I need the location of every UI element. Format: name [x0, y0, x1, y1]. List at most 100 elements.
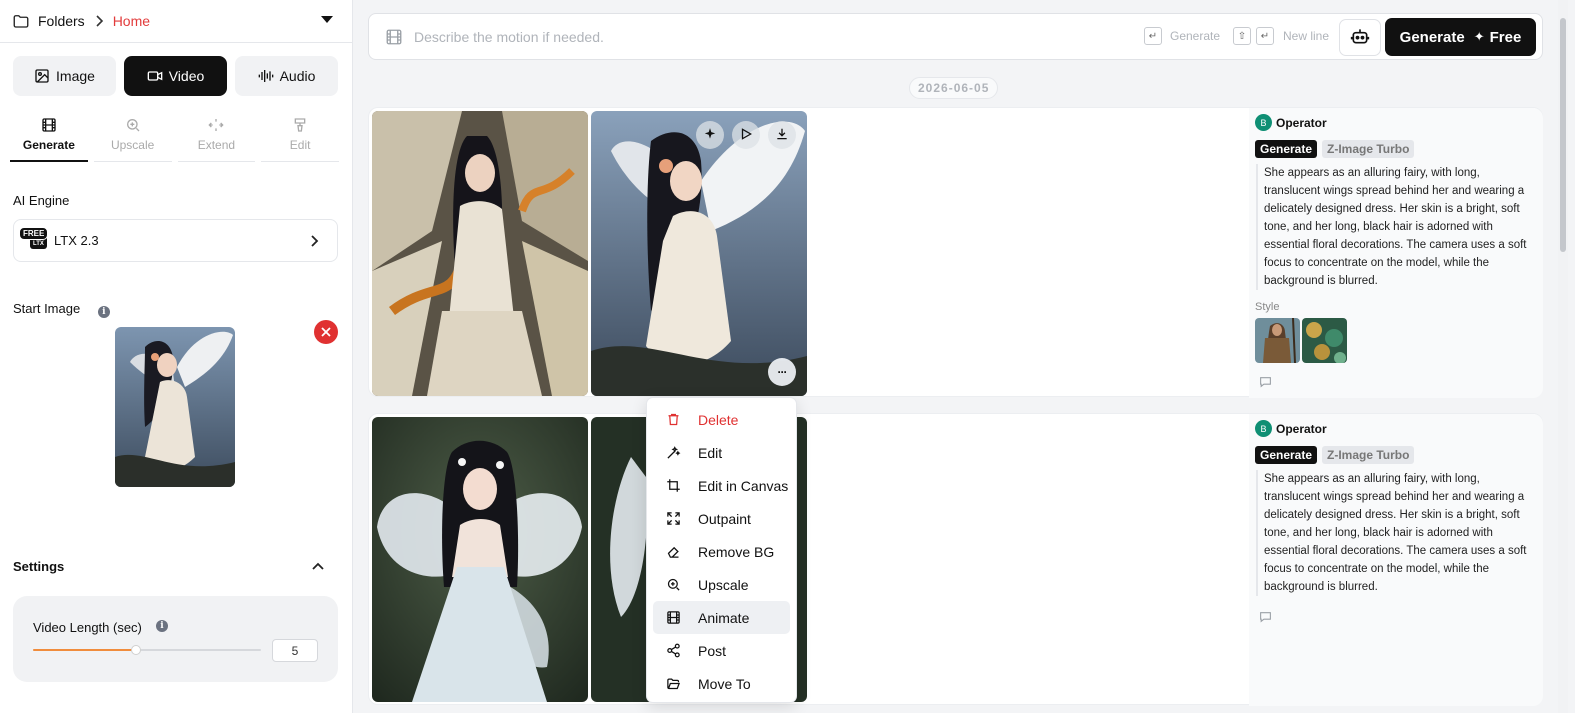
tab-audio[interactable]: Audio [235, 56, 338, 96]
generate-button[interactable]: Generate ✦ Free [1385, 18, 1536, 56]
menu-item-delete[interactable]: Delete [653, 403, 790, 436]
slider-handle[interactable] [130, 645, 141, 655]
generated-image[interactable] [591, 111, 807, 396]
folder-icon[interactable] [12, 12, 30, 30]
start-image-text: Start Image [13, 301, 81, 316]
tab-generate[interactable]: Generate [10, 112, 88, 162]
image-context-menu: Delete Edit Edit in Canvas Outpaint Remo… [646, 397, 797, 703]
robot-assistant-button[interactable] [1339, 19, 1381, 56]
info-icon[interactable]: i [156, 620, 168, 632]
shift-key-hint: ⇧ [1233, 27, 1251, 45]
expand-icon [666, 511, 681, 526]
start-image-thumbnail[interactable] [115, 327, 235, 487]
enter-key-hint: ↵ [1144, 27, 1162, 45]
edit-brush-icon [292, 117, 308, 133]
slider-fill [33, 649, 136, 651]
newline-hint: New line [1283, 29, 1330, 43]
operator-name: Operator [1276, 422, 1327, 436]
zoom-in-icon [125, 117, 141, 133]
generate-hint: Generate [1170, 29, 1221, 43]
menu-item-label: Edit [698, 444, 723, 461]
tab-image[interactable]: Image [13, 56, 116, 96]
play-button[interactable] [732, 121, 760, 149]
zoom-in-icon [666, 577, 681, 592]
tab-video[interactable]: Video [124, 56, 227, 96]
menu-item-edit-in-canvas[interactable]: Edit in Canvas [653, 469, 790, 502]
generated-image[interactable] [372, 111, 588, 396]
film-icon [666, 610, 681, 625]
tab-audio-label: Audio [279, 68, 316, 84]
more-options-button[interactable]: ··· [768, 358, 796, 386]
robot-icon [1350, 26, 1370, 49]
generated-image[interactable] [372, 417, 588, 702]
tab-upscale-label: Upscale [110, 138, 155, 152]
tab-generate-label: Generate [22, 138, 75, 152]
style-label: Style [1255, 301, 1280, 313]
menu-item-upscale[interactable]: Upscale [653, 568, 790, 601]
tab-extend-label: Extend [197, 138, 236, 152]
caret-down-icon[interactable] [321, 16, 333, 23]
info-icon[interactable]: i [97, 306, 110, 318]
free-badge: FREE [19, 227, 49, 240]
prompt-description: She appears as an alluring fairy, with l… [1256, 164, 1539, 290]
motion-prompt-input[interactable] [414, 26, 1114, 48]
chevron-up-icon[interactable] [311, 561, 325, 571]
model-badge: Z-Image Turbo [1322, 446, 1415, 464]
tab-extend[interactable]: Extend [177, 112, 256, 162]
operator-avatar: B [1255, 420, 1272, 437]
menu-item-edit[interactable]: Edit [653, 436, 790, 469]
download-button[interactable] [768, 121, 796, 149]
start-image-label: Start Image i [13, 301, 110, 318]
generation-card: ··· B Operator Generate Z-Image Turbo Sh… [368, 107, 1543, 398]
video-length-label: Video Length (sec) [33, 620, 142, 635]
menu-item-label: Animate [698, 609, 750, 626]
menu-item-label: Outpaint [698, 510, 751, 527]
menu-item-animate[interactable]: Animate [653, 601, 790, 634]
main-scrollbar[interactable] [1558, 0, 1568, 713]
play-icon [739, 127, 753, 144]
video-length-input[interactable] [272, 639, 318, 662]
share-icon [666, 643, 681, 658]
menu-item-remove-bg[interactable]: Remove BG [653, 535, 790, 568]
enhance-button[interactable] [696, 121, 724, 149]
image-icon [34, 68, 50, 84]
extend-icon [208, 117, 224, 133]
comment-icon[interactable] [1259, 376, 1272, 388]
trash-icon [666, 412, 681, 427]
remove-image-button[interactable] [314, 320, 338, 344]
style-thumbnail[interactable] [1302, 318, 1347, 363]
style-thumbnail[interactable] [1255, 318, 1300, 363]
chevron-right-icon [94, 15, 104, 27]
menu-item-label: Edit in Canvas [698, 477, 789, 494]
video-camera-icon [147, 68, 163, 84]
ai-engine-selector[interactable]: LTX FREE LTX 2.3 [13, 219, 338, 262]
sparkle-icon: ✦ [1473, 29, 1485, 44]
generation-info: B Operator Generate Z-Image Turbo She ap… [1249, 108, 1543, 398]
menu-item-post[interactable]: Post [653, 634, 790, 667]
magic-wand-icon [666, 445, 681, 460]
menu-item-label: Delete [698, 411, 739, 428]
breadcrumb-current[interactable]: Home [113, 13, 150, 29]
film-icon [41, 117, 57, 133]
menu-item-outpaint[interactable]: Outpaint [653, 502, 790, 535]
breadcrumb-folders[interactable]: Folders [38, 13, 85, 29]
sparkles-icon [703, 127, 717, 144]
scrollbar-thumb[interactable] [1560, 18, 1566, 252]
settings-panel: Video Length (sec) i [13, 596, 338, 682]
date-separator: 2026-06-05 [909, 77, 999, 99]
video-length-slider[interactable] [33, 645, 261, 655]
more-dots-icon: ··· [777, 365, 788, 379]
left-panel: Folders Home Image Video Audio Generate … [0, 0, 353, 713]
tab-video-label: Video [168, 68, 205, 84]
menu-item-label: Upscale [698, 576, 749, 593]
breadcrumb: Folders Home [0, 0, 353, 43]
tab-upscale[interactable]: Upscale [93, 112, 172, 162]
comment-icon[interactable] [1259, 611, 1272, 623]
settings-label: Settings [13, 559, 65, 574]
chevron-right-icon [309, 234, 319, 248]
audio-wave-icon [258, 68, 274, 84]
tab-edit[interactable]: Edit [261, 112, 339, 162]
tool-tabs: Generate Upscale Extend Edit [7, 112, 342, 162]
menu-item-move-to[interactable]: Move To [653, 667, 790, 700]
eraser-icon [666, 544, 681, 559]
